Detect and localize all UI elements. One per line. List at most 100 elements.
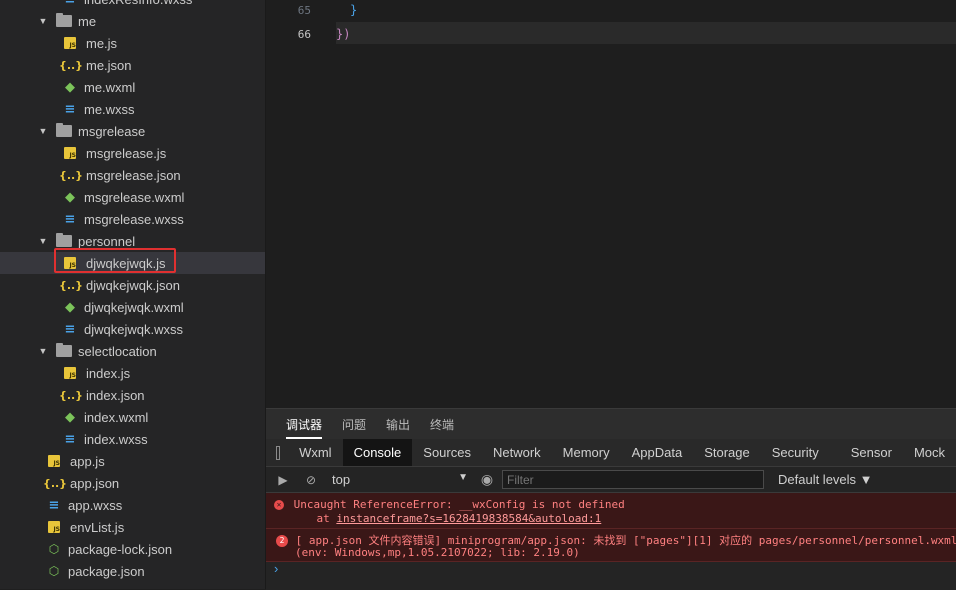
- source-link[interactable]: instanceframe?s=1628419838584&autoload:1: [336, 512, 601, 525]
- json-file-icon: {..}: [58, 388, 84, 402]
- line-number: 65: [297, 4, 311, 17]
- file-explorer: ≡indexResInfo.wxss▼meJSme.js{..}me.json◆…: [0, 0, 266, 589]
- wxss-file-icon: ≡: [64, 211, 76, 227]
- console-error-message: 2 [ app.json 文件内容错误] miniprogram/app.jso…: [266, 529, 956, 562]
- tab-sources[interactable]: Sources: [412, 439, 482, 466]
- tree-item-label: app.json: [70, 475, 120, 491]
- file-item[interactable]: {..} djwqkejwqk.json: [0, 274, 265, 296]
- tab-terminal[interactable]: 终端: [430, 416, 454, 433]
- tab-security[interactable]: Security: [761, 439, 830, 466]
- file-item[interactable]: ◆ index.wxml: [0, 406, 265, 428]
- filter-input[interactable]: [502, 470, 764, 489]
- folder-icon: [56, 123, 72, 137]
- file-item[interactable]: JS djwqkejwqk.js: [0, 252, 265, 274]
- file-item[interactable]: ⬡ package.json: [0, 560, 265, 582]
- tab-appdata[interactable]: AppData: [621, 439, 694, 466]
- tab-output[interactable]: 输出: [386, 416, 410, 433]
- file-item[interactable]: ≡ djwqkejwqk.wxss: [0, 318, 265, 340]
- wxss-file-icon: ≡: [64, 101, 76, 117]
- tab-console[interactable]: Console: [342, 439, 413, 466]
- tree-item-label: me: [78, 13, 97, 29]
- wxss-file-icon: ≡: [48, 497, 60, 513]
- file-item[interactable]: ⬡ package-lock.json: [0, 538, 265, 560]
- sidebar-toggle-icon[interactable]: ▶: [276, 473, 290, 487]
- tree-item-label: index.js: [86, 365, 131, 381]
- tree-item-label: indexResInfo.wxss: [84, 0, 192, 7]
- inspect-element-icon[interactable]: [276, 445, 281, 460]
- folder-item[interactable]: ▼ personnel: [0, 230, 265, 252]
- tree-item-label: msgrelease.wxml: [84, 189, 185, 205]
- tab-memory[interactable]: Memory: [552, 439, 621, 466]
- context-select[interactable]: top ▼: [332, 472, 468, 487]
- file-item[interactable]: JS app.js: [0, 450, 265, 472]
- tree-item-label: djwqkejwqk.json: [86, 277, 180, 293]
- tree-item-label: package-lock.json: [68, 541, 173, 557]
- folder-item[interactable]: ▼ me: [0, 10, 265, 32]
- file-item[interactable]: ≡ app.wxss: [0, 494, 265, 516]
- file-item[interactable]: {..} app.json: [0, 472, 265, 494]
- wxml-file-icon: ◆: [65, 189, 75, 205]
- code-line[interactable]: }): [336, 27, 350, 41]
- file-item[interactable]: ◆ msgrelease.wxml: [0, 186, 265, 208]
- chevron-down-icon[interactable]: ▼: [38, 126, 48, 136]
- file-item[interactable]: {..} index.json: [0, 384, 265, 406]
- tab-sensor[interactable]: Sensor: [840, 439, 903, 466]
- file-item[interactable]: JS msgrelease.js: [0, 142, 265, 164]
- tree-item-label: app.js: [70, 453, 105, 469]
- devtools-top-tabs: 调试器 问题 输出 终端: [266, 409, 956, 439]
- wxss-file-icon: ≡: [64, 321, 76, 337]
- chevron-down-icon[interactable]: ▼: [38, 16, 48, 26]
- file-item[interactable]: ≡ indexResInfo.wxss: [0, 0, 265, 10]
- json-file-icon: {..}: [58, 278, 84, 292]
- tree-item-label: me.wxml: [84, 79, 136, 95]
- js-file-icon: JS: [64, 147, 76, 159]
- js-file-icon: JS: [48, 455, 60, 467]
- chevron-down-icon[interactable]: ▼: [38, 346, 48, 356]
- file-item[interactable]: ≡ me.wxss: [0, 98, 265, 120]
- file-item[interactable]: {..} me.json: [0, 54, 265, 76]
- json-file-icon: {..}: [42, 476, 68, 490]
- tab-network[interactable]: Network: [482, 439, 552, 466]
- tree-item-label: envList.js: [70, 519, 125, 535]
- tab-wxml[interactable]: Wxml: [288, 439, 343, 466]
- tree-item-label: djwqkejwqk.js: [86, 255, 166, 271]
- file-item[interactable]: ◆ me.wxml: [0, 76, 265, 98]
- file-item[interactable]: {..} msgrelease.json: [0, 164, 265, 186]
- devtools-panel: 调试器 问题 输出 终端 Wxml Console Sources Networ…: [266, 408, 956, 590]
- eye-icon[interactable]: ◉: [480, 471, 494, 487]
- file-item[interactable]: JS envList.js: [0, 516, 265, 538]
- tree-item-label: index.wxml: [84, 409, 149, 425]
- js-file-icon: JS: [64, 367, 76, 379]
- console-prompt[interactable]: ›: [274, 561, 278, 576]
- tab-storage[interactable]: Storage: [693, 439, 761, 466]
- file-item[interactable]: ≡ msgrelease.wxss: [0, 208, 265, 230]
- js-file-icon: JS: [48, 521, 60, 533]
- tree-item-label: me.json: [86, 57, 132, 73]
- repeat-count-badge: 2: [276, 535, 288, 547]
- tree-item-label: msgrelease.js: [86, 145, 167, 161]
- file-item[interactable]: JS index.js: [0, 362, 265, 384]
- wxml-file-icon: ◆: [65, 299, 75, 315]
- file-item[interactable]: ◆ djwqkejwqk.wxml: [0, 296, 265, 318]
- folder-item[interactable]: ▼ msgrelease: [0, 120, 265, 142]
- tree-item-label: me.js: [86, 35, 118, 51]
- file-item[interactable]: ≡ index.wxss: [0, 428, 265, 450]
- tree-item-label: selectlocation: [78, 343, 157, 359]
- tree-item-label: index.json: [86, 387, 145, 403]
- code-line[interactable]: }: [350, 3, 357, 17]
- tab-mock[interactable]: Mock: [903, 439, 956, 466]
- clear-console-icon[interactable]: ⊘: [304, 473, 318, 487]
- code-editor[interactable]: 65 } 66 }): [266, 0, 956, 408]
- tree-item-label: djwqkejwqk.wxss: [84, 321, 183, 337]
- current-line-highlight: [336, 22, 956, 44]
- chevron-down-icon[interactable]: ▼: [38, 236, 48, 246]
- tree-item-label: djwqkejwqk.wxml: [84, 299, 184, 315]
- tab-problems[interactable]: 问题: [342, 416, 366, 433]
- tab-debugger[interactable]: 调试器: [286, 416, 323, 439]
- log-levels-dropdown[interactable]: Default levels ▼: [778, 472, 873, 487]
- file-item[interactable]: JS me.js: [0, 32, 265, 54]
- folder-item[interactable]: ▼ selectlocation: [0, 340, 265, 362]
- js-file-icon: JS: [64, 257, 76, 269]
- json-file-icon: {..}: [58, 168, 84, 182]
- package-file-icon: ⬡: [48, 542, 60, 556]
